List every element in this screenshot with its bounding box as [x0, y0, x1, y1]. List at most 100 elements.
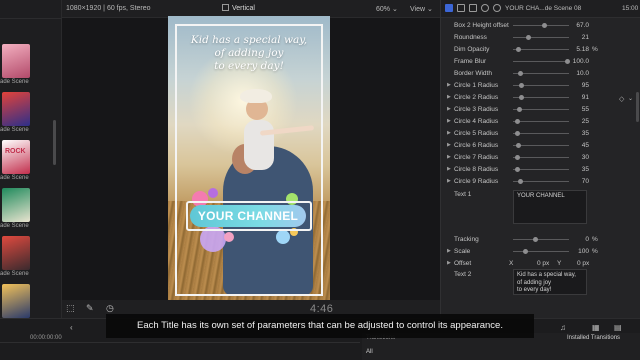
param-value[interactable]: 55 [569, 106, 589, 113]
param-slider[interactable] [513, 37, 569, 38]
slider-knob[interactable] [515, 47, 521, 52]
text1-field[interactable]: YOUR CHANNEL [513, 190, 587, 224]
all-filter[interactable]: All [366, 349, 373, 355]
slider-knob[interactable] [519, 83, 525, 88]
param-label: Circle 2 Radius [454, 94, 499, 101]
slider-knob[interactable] [516, 107, 522, 112]
param-slider[interactable] [513, 133, 569, 134]
slider-knob[interactable] [533, 237, 538, 242]
disclosure-arrow-icon[interactable]: ▶ [447, 142, 451, 148]
slider-knob[interactable] [514, 119, 520, 124]
param-label: Frame Blur [454, 58, 487, 65]
scene-thumbnail[interactable] [2, 44, 30, 78]
inspector-scrollbar[interactable] [636, 92, 639, 122]
param-value[interactable]: 70 [569, 178, 589, 185]
text2-field[interactable]: Kid has a special way, of adding joy to … [513, 269, 587, 295]
param-label: Scale [454, 248, 471, 255]
browser-scrollbar[interactable] [53, 120, 56, 165]
param-value[interactable]: 21 [569, 34, 589, 41]
param-value[interactable]: 35 [569, 166, 589, 173]
param-slider[interactable] [513, 239, 569, 240]
slider-knob[interactable] [541, 23, 547, 28]
param-row: ▶ Circle 1 Radius 95 [441, 80, 640, 92]
param-row: Frame Blur 100.0 [441, 56, 640, 68]
slider-knob[interactable] [515, 131, 521, 136]
param-unit: % [592, 236, 598, 243]
param-value[interactable]: 10.0 [569, 70, 589, 77]
title-inspector-tab[interactable] [445, 4, 453, 12]
slider-knob[interactable] [517, 179, 523, 184]
slider-knob[interactable] [518, 95, 524, 100]
param-value[interactable]: 5.18 [569, 46, 589, 53]
inspector-header: YOUR CHA...de Scene 08 15:00 [441, 0, 640, 18]
param-unit: % [592, 46, 598, 53]
param-slider[interactable] [513, 145, 569, 146]
speed-icon[interactable]: ◷ [106, 303, 114, 314]
param-slider[interactable] [513, 169, 569, 170]
chevron-down-icon[interactable]: ⌄ [628, 95, 633, 102]
headphones-icon[interactable]: ♫ [560, 323, 566, 332]
scene-thumbnail-label: ade Scene [0, 127, 29, 133]
scene-thumbnail[interactable]: ROCK [2, 140, 30, 174]
format-info: 1080×1920 | 60 fps, Stereo [66, 5, 151, 12]
param-value[interactable]: 100.0 [569, 58, 589, 65]
video-inspector-tab[interactable] [469, 4, 477, 12]
param-slider[interactable] [513, 251, 569, 252]
enhance-icon[interactable]: ✎ [86, 303, 94, 314]
param-slider[interactable] [513, 121, 569, 122]
info-inspector-tab[interactable] [493, 4, 501, 12]
param-value[interactable]: 95 [569, 82, 589, 89]
disclosure-arrow-icon[interactable]: ▶ [447, 248, 451, 254]
slider-knob[interactable] [514, 155, 520, 160]
param-row: Dim Opacity 5.18% [441, 44, 640, 56]
grid-icon[interactable]: ▦ [592, 323, 600, 332]
disclosure-arrow-icon[interactable]: ▶ [447, 154, 451, 160]
param-value[interactable]: 91 [569, 94, 589, 101]
param-value[interactable]: 67.0 [569, 22, 589, 29]
param-value[interactable]: 35 [569, 130, 589, 137]
param-slider[interactable] [513, 157, 569, 158]
disclosure-arrow-icon[interactable]: ▶ [447, 260, 451, 266]
offset-y-value[interactable]: 0 px [577, 260, 589, 267]
transform-icon[interactable]: ⬚ [66, 303, 75, 314]
zoom-menu[interactable]: 60% ⌄ [376, 5, 398, 13]
disclosure-arrow-icon[interactable]: ▶ [447, 94, 451, 100]
scene-thumbnail-label: ade Scene [0, 79, 29, 85]
disclosure-arrow-icon[interactable]: ▶ [447, 106, 451, 112]
disclosure-arrow-icon[interactable]: ▶ [447, 82, 451, 88]
scene-thumbnail[interactable] [2, 236, 30, 270]
disclosure-arrow-icon[interactable]: ▶ [447, 130, 451, 136]
scene-thumbnail[interactable] [2, 92, 30, 126]
slider-knob[interactable] [515, 143, 521, 148]
param-value[interactable]: 45 [569, 142, 589, 149]
slider-knob[interactable] [523, 249, 528, 254]
scene-thumbnail[interactable] [2, 284, 30, 318]
keyframe-icon[interactable]: ◇ [619, 95, 624, 103]
slider-knob[interactable] [515, 167, 521, 172]
audio-inspector-tab[interactable] [481, 4, 489, 12]
film-icon[interactable]: ▤ [614, 323, 622, 332]
zoom-value: 60% [376, 6, 391, 13]
param-value[interactable]: 100 [569, 248, 589, 255]
browser-panel: ade Scene ade Scene ROCK ade Scene ade Scene… [0, 0, 62, 325]
text-inspector-tab[interactable] [457, 4, 465, 12]
param-row: ▶ Circle 4 Radius 25 [441, 116, 640, 128]
disclosure-arrow-icon[interactable]: ▶ [447, 178, 451, 184]
param-row: ▶ Circle 6 Radius 45 [441, 140, 640, 152]
disclosure-arrow-icon[interactable]: ▶ [447, 166, 451, 172]
param-label: Offset [454, 260, 472, 267]
slider-knob[interactable] [518, 71, 524, 76]
chevron-left-icon[interactable]: ‹ [70, 323, 73, 332]
param-value[interactable]: 30 [569, 154, 589, 161]
headline-line: Kid has a special way, [190, 34, 308, 46]
param-slider[interactable] [513, 49, 569, 50]
disclosure-arrow-icon[interactable]: ▶ [447, 118, 451, 124]
param-value[interactable]: 25 [569, 118, 589, 125]
offset-x-value[interactable]: 0 px [537, 260, 549, 267]
view-menu[interactable]: View ⌄ [410, 5, 433, 13]
param-slider[interactable] [513, 61, 569, 62]
slider-knob[interactable] [526, 35, 531, 40]
param-row: Box 2 Height offset 67.0 [441, 20, 640, 32]
scene-thumbnail[interactable] [2, 188, 30, 222]
param-value[interactable]: 0 [569, 236, 589, 243]
